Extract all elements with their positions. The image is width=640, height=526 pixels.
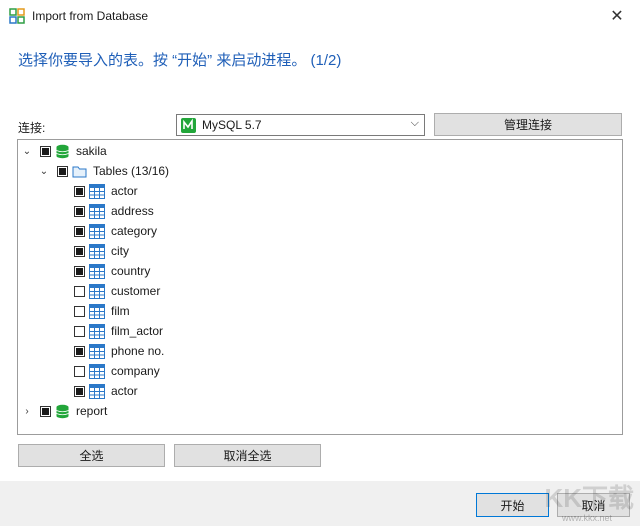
connection-label: 连接: bbox=[18, 121, 46, 135]
tree-node-table[interactable]: company bbox=[74, 361, 160, 381]
tree-node-table[interactable]: address bbox=[74, 201, 154, 221]
table-checkbox[interactable] bbox=[74, 265, 85, 277]
close-icon: ✕ bbox=[610, 8, 624, 25]
chevron-down-icon: ⌵ bbox=[410, 117, 419, 129]
table-checkbox[interactable] bbox=[74, 305, 85, 317]
table-label: category bbox=[111, 224, 158, 238]
connection-selected-value: MySQL 5.7 bbox=[202, 118, 262, 132]
table-icon bbox=[89, 243, 105, 259]
table-checkbox[interactable] bbox=[74, 185, 85, 197]
table-checkbox[interactable] bbox=[74, 325, 85, 337]
table-label: city bbox=[111, 244, 129, 258]
table-icon bbox=[89, 203, 105, 219]
table-label: customer bbox=[111, 284, 161, 298]
table-label: phone no. bbox=[111, 344, 165, 358]
title-bar: Import from Database ✕ bbox=[0, 0, 640, 32]
table-checkbox[interactable] bbox=[74, 245, 85, 257]
table-icon bbox=[89, 303, 105, 319]
table-checkbox[interactable] bbox=[74, 225, 85, 237]
tree-label-sakila: sakila bbox=[76, 144, 107, 158]
tree-node-table[interactable]: category bbox=[74, 221, 157, 241]
start-button[interactable]: 开始 bbox=[476, 493, 549, 517]
watermark-url: www.kkx.net bbox=[561, 513, 612, 523]
table-label: actor bbox=[111, 184, 138, 198]
table-icon bbox=[89, 323, 105, 339]
mysql-connection-icon bbox=[181, 118, 196, 133]
tree-node-report[interactable]: › report bbox=[20, 401, 107, 421]
tree-node-table[interactable]: film bbox=[74, 301, 130, 321]
table-icon bbox=[89, 283, 105, 299]
table-label: address bbox=[111, 204, 154, 218]
table-icon bbox=[89, 383, 105, 399]
folder-icon bbox=[72, 166, 87, 177]
database-icon bbox=[56, 144, 69, 158]
watermark-logo: KK下载 bbox=[544, 483, 634, 513]
tree-node-table[interactable]: film_actor bbox=[74, 321, 163, 341]
table-icon bbox=[89, 183, 105, 199]
tree-label-tables-folder: Tables (13/16) bbox=[93, 164, 170, 178]
table-label: film_actor bbox=[111, 324, 164, 338]
tree-checkbox-tables-folder[interactable] bbox=[57, 165, 68, 177]
table-checkbox[interactable] bbox=[74, 205, 85, 217]
chevron-collapsed-icon[interactable]: › bbox=[20, 401, 34, 421]
table-tree[interactable]: ⌄ sakila ⌄ Tables (13/16) actor address ca… bbox=[17, 139, 623, 435]
tree-node-table[interactable]: city bbox=[74, 241, 129, 261]
table-label: company bbox=[111, 364, 160, 378]
app-icon bbox=[9, 8, 25, 24]
tree-checkbox-report[interactable] bbox=[40, 405, 51, 417]
deselect-all-button[interactable]: 取消全选 bbox=[174, 444, 321, 467]
table-checkbox[interactable] bbox=[74, 385, 85, 397]
table-checkbox[interactable] bbox=[74, 345, 85, 357]
tree-node-sakila[interactable]: ⌄ sakila bbox=[20, 141, 107, 161]
chevron-expanded-icon[interactable]: ⌄ bbox=[37, 161, 51, 181]
tree-checkbox-sakila[interactable] bbox=[40, 145, 51, 157]
database-icon bbox=[56, 404, 69, 418]
table-label: film bbox=[111, 304, 130, 318]
table-icon bbox=[89, 263, 105, 279]
table-icon bbox=[89, 343, 105, 359]
table-checkbox[interactable] bbox=[74, 285, 85, 297]
tree-node-table[interactable]: actor bbox=[74, 181, 138, 201]
select-all-button[interactable]: 全选 bbox=[18, 444, 165, 467]
table-icon bbox=[89, 223, 105, 239]
instruction-text: 选择你要导入的表。按 “开始” 来启动进程。 (1/2) bbox=[18, 52, 342, 69]
table-checkbox[interactable] bbox=[74, 365, 85, 377]
tree-node-table[interactable]: customer bbox=[74, 281, 160, 301]
close-button[interactable]: ✕ bbox=[594, 0, 640, 32]
connection-dropdown[interactable]: MySQL 5.7 ⌵ bbox=[176, 114, 425, 136]
tree-node-table[interactable]: country bbox=[74, 261, 150, 281]
tree-node-tables-folder[interactable]: ⌄ Tables (13/16) bbox=[37, 161, 169, 181]
table-label: country bbox=[111, 264, 151, 278]
window-title: Import from Database bbox=[32, 9, 149, 23]
table-icon bbox=[89, 363, 105, 379]
tree-node-table[interactable]: actor bbox=[74, 381, 138, 401]
tree-node-table[interactable]: phone no. bbox=[74, 341, 164, 361]
chevron-expanded-icon[interactable]: ⌄ bbox=[20, 141, 34, 161]
manage-connection-button[interactable]: 管理连接 bbox=[434, 113, 622, 136]
tree-label-report: report bbox=[76, 404, 108, 418]
table-label: actor bbox=[111, 384, 138, 398]
